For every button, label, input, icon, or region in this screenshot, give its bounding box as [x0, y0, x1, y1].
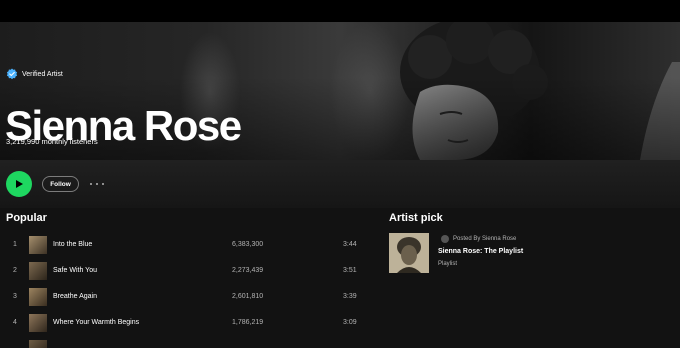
- more-dot: [96, 183, 98, 185]
- track-duration: 3:51: [343, 267, 357, 274]
- track-cover: [29, 236, 47, 254]
- posted-by-text: Posted By Sienna Rose: [453, 236, 517, 242]
- artist-pick-heading: Artist pick: [389, 212, 443, 224]
- follow-button[interactable]: Follow: [42, 176, 79, 192]
- more-dot: [90, 183, 92, 185]
- track-title[interactable]: Into the Blue: [53, 241, 92, 248]
- track-cover: [29, 340, 47, 348]
- verified-badge-icon: [6, 68, 18, 80]
- track-row[interactable]: 1 Into the Blue 6,383,300 3:44: [0, 233, 375, 257]
- track-number: 4: [13, 319, 17, 326]
- track-cover: [29, 288, 47, 306]
- artist-pick-cover[interactable]: [389, 233, 429, 273]
- track-duration: 3:39: [343, 293, 357, 300]
- track-number: 1: [13, 241, 17, 248]
- track-plays: 6,383,300: [232, 241, 264, 248]
- track-title[interactable]: Safe With You: [53, 267, 97, 274]
- track-cover: [29, 262, 47, 280]
- track-title[interactable]: Where Your Warmth Begins: [53, 319, 139, 326]
- track-row-partial: [0, 337, 375, 348]
- monthly-listeners: 3,219,990 monthly listeners: [6, 137, 98, 146]
- track-row[interactable]: 3 Breathe Again 2,601,810 3:39: [0, 285, 375, 309]
- track-row[interactable]: 4 Where Your Warmth Begins 1,786,219 3:0…: [0, 311, 375, 335]
- popular-heading: Popular: [6, 212, 47, 224]
- artist-avatar-icon: [441, 235, 449, 243]
- track-row[interactable]: 2 Safe With You 2,273,439 3:51: [0, 259, 375, 283]
- artist-pick-posted-by: Posted By Sienna Rose: [441, 235, 516, 243]
- track-plays: 2,601,810: [232, 293, 264, 300]
- track-title[interactable]: Breathe Again: [53, 293, 97, 300]
- track-cover: [29, 314, 47, 332]
- artist-pick-type: Playlist: [438, 261, 458, 267]
- track-number: 2: [13, 267, 17, 274]
- play-icon: [16, 180, 23, 188]
- verified-badge: Verified Artist: [6, 68, 63, 80]
- track-plays: 2,273,439: [232, 267, 264, 274]
- more-dot: [102, 183, 104, 185]
- track-plays: 1,786,219: [232, 319, 264, 326]
- verified-label: Verified Artist: [22, 70, 63, 78]
- artist-page: Verified Artist Sienna Rose 3,219,990 mo…: [0, 0, 680, 348]
- track-duration: 3:44: [343, 241, 357, 248]
- more-options-icon[interactable]: [90, 178, 104, 190]
- artist-header: Verified Artist Sienna Rose: [0, 22, 680, 160]
- artist-pick-name[interactable]: Sienna Rose: The Playlist: [438, 248, 523, 255]
- artist-pick-photo: [389, 233, 429, 273]
- play-button[interactable]: [6, 171, 32, 197]
- track-number: 3: [13, 293, 17, 300]
- track-duration: 3:09: [343, 319, 357, 326]
- top-bar: [0, 0, 680, 22]
